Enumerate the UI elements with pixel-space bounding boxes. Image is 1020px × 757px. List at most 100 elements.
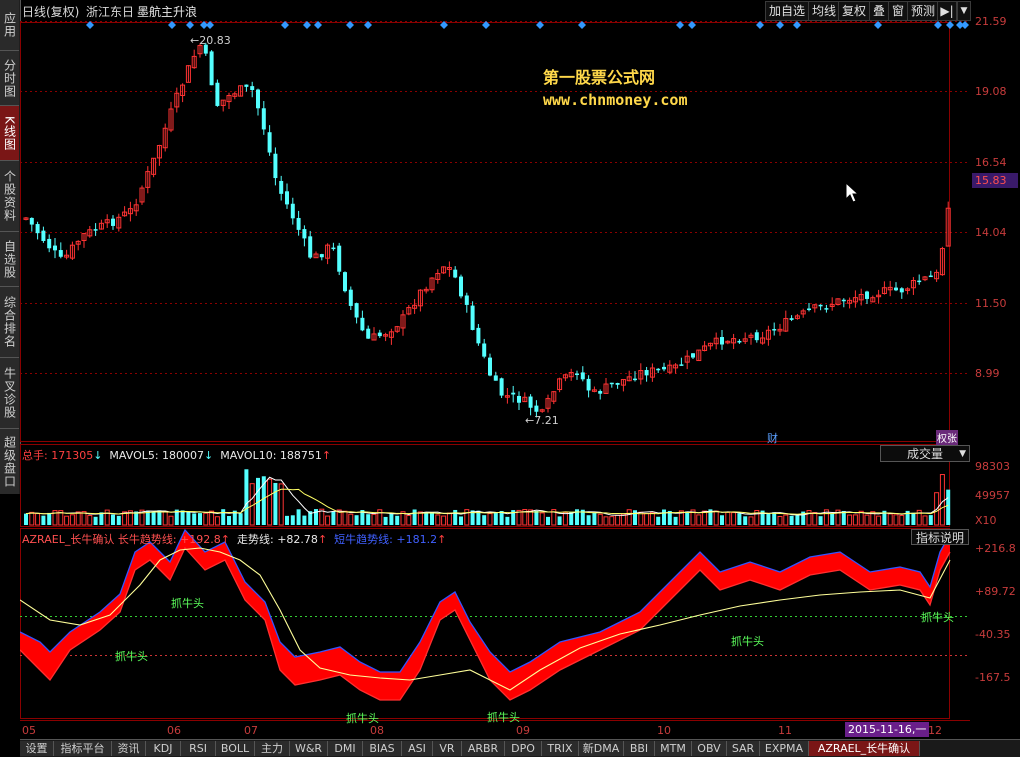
tab-indicator-platform[interactable]: 指标平台 xyxy=(54,741,112,756)
tab-obv[interactable]: OBV xyxy=(692,741,727,756)
tab-wr[interactable]: W&R xyxy=(290,741,328,756)
volume-bar xyxy=(383,516,388,525)
volume-bar xyxy=(238,513,243,525)
candle-body xyxy=(267,132,272,153)
volume-bar xyxy=(417,511,423,526)
tab-bbi[interactable]: BBI xyxy=(624,741,655,756)
tab-trix[interactable]: TRIX xyxy=(542,741,579,756)
tab-news[interactable]: 资讯 xyxy=(112,741,146,756)
volume-bar xyxy=(818,516,823,525)
rights-marker[interactable]: 权张 xyxy=(936,430,958,445)
sidebar-item-apps[interactable]: 应用 xyxy=(0,0,19,51)
volume-bar xyxy=(772,512,777,525)
candle-body xyxy=(319,254,324,258)
volume-bar xyxy=(899,514,905,526)
sidebar-item-ranking[interactable]: 综合排名 xyxy=(0,287,19,358)
tab-rsi[interactable]: RSI xyxy=(181,741,216,756)
tab-dpo[interactable]: DPO xyxy=(505,741,542,756)
signal-annotation: 抓牛头 xyxy=(171,597,204,610)
candle-body xyxy=(348,289,353,306)
sidebar-item-label: 牛叉诊股 xyxy=(2,367,17,419)
sidebar-filler xyxy=(0,494,20,756)
sidebar-item-label: K线图 xyxy=(2,115,17,151)
candle-body xyxy=(644,370,649,376)
volume-bar xyxy=(887,513,893,526)
tab-expma[interactable]: EXPMA xyxy=(760,741,809,756)
volume-bar xyxy=(29,511,35,526)
volume-bar xyxy=(725,511,731,526)
candle-body xyxy=(296,217,301,230)
sidebar-item-profile[interactable]: 个股资料 xyxy=(0,161,19,232)
candle-body xyxy=(488,357,492,376)
candle-body xyxy=(337,245,342,272)
volume-bar xyxy=(922,515,928,526)
volume-bar xyxy=(285,515,289,525)
event-marker-icon xyxy=(961,21,969,29)
volume-bar xyxy=(41,515,46,525)
volume-bar xyxy=(615,514,621,526)
volume-bar xyxy=(743,516,748,525)
price-tick: 11.50 xyxy=(975,297,1007,310)
candle-body xyxy=(331,247,336,250)
tab-boll[interactable]: BOLL xyxy=(216,741,255,756)
indicator-select[interactable]: 成交量 ▼ xyxy=(880,445,970,462)
tab-sar[interactable]: SAR xyxy=(727,741,760,756)
indicator-help-button[interactable]: 指标说明 xyxy=(911,529,969,545)
high-price-label: ←20.83 xyxy=(190,34,231,47)
volume-bar xyxy=(557,516,562,525)
sidebar-item-diagnosis[interactable]: 牛叉诊股 xyxy=(0,358,19,429)
volume-bar xyxy=(192,513,197,525)
volume-bar xyxy=(162,510,168,526)
tab-arbr[interactable]: ARBR xyxy=(462,741,505,756)
candle-body xyxy=(302,229,307,239)
sidebar-item-level2[interactable]: 超级盘口 xyxy=(0,429,19,495)
candle-body xyxy=(580,372,585,380)
volume-bar xyxy=(713,510,719,526)
candle-body xyxy=(308,236,313,258)
sidebar: 应用 分时图 K线图 个股资料 自选股 综合排名 牛叉诊股 超级盘口 xyxy=(0,0,21,495)
volume-bar xyxy=(377,509,383,526)
volume-bar xyxy=(267,478,273,526)
candle-body xyxy=(250,86,255,90)
tab-vr[interactable]: VR xyxy=(433,741,462,756)
tab-bias[interactable]: BIAS xyxy=(363,741,402,756)
high-price-value: 20.83 xyxy=(199,34,231,47)
up-arrow-icon: ↑ xyxy=(317,533,328,546)
volume-bar xyxy=(852,514,858,526)
sidebar-item-watchlist[interactable]: 自选股 xyxy=(0,232,19,287)
tab-azrael[interactable]: AZRAEL_长牛确认 xyxy=(809,741,920,756)
candle-body xyxy=(656,368,661,371)
indicator-select-value: 成交量 xyxy=(907,447,944,461)
price-grid xyxy=(20,21,970,374)
tab-kdj[interactable]: KDJ xyxy=(146,741,181,756)
date-tick: 07 xyxy=(244,724,258,737)
indicator-tick: +216.8 xyxy=(975,542,1016,555)
volume-bar xyxy=(441,515,447,526)
candle-body xyxy=(899,288,904,293)
sidebar-item-label: 综合排名 xyxy=(2,296,17,348)
candle-body xyxy=(35,224,40,234)
volume-bar xyxy=(116,515,121,525)
tab-mtm[interactable]: MTM xyxy=(655,741,692,756)
sidebar-item-intraday[interactable]: 分时图 xyxy=(0,51,19,106)
volume-bar xyxy=(534,510,539,525)
volume-bar xyxy=(325,515,331,526)
volume-bar xyxy=(366,514,371,525)
tab-new-dma[interactable]: 新DMA xyxy=(579,741,624,756)
price-tick: 8.99 xyxy=(975,367,1000,380)
sidebar-item-kline[interactable]: K线图 xyxy=(0,106,19,161)
tab-main-force[interactable]: 主力 xyxy=(255,741,290,756)
volume-bar xyxy=(406,515,412,526)
tab-asi[interactable]: ASI xyxy=(402,741,433,756)
finance-marker[interactable]: 财 xyxy=(767,430,778,446)
volume-bar xyxy=(858,510,864,526)
indicator-grid xyxy=(20,616,970,656)
sidebar-item-label: 自选股 xyxy=(2,239,17,279)
volume-bar xyxy=(626,509,632,526)
candle-body xyxy=(894,287,898,291)
tab-dmi[interactable]: DMI xyxy=(328,741,363,756)
tab-settings[interactable]: 设置 xyxy=(20,741,54,756)
volume-bar xyxy=(35,513,41,526)
volume-bar xyxy=(737,513,742,525)
date-tick: 12 xyxy=(928,724,942,737)
